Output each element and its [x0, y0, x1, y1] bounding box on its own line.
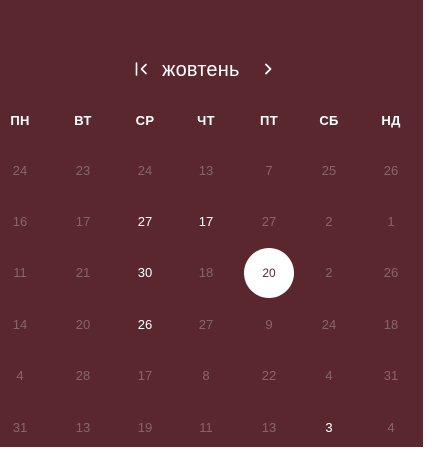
chevron-left-bar-icon	[135, 62, 147, 76]
day-cell[interactable]: 14	[0, 300, 45, 350]
day-cell[interactable]: 31	[366, 351, 416, 401]
day-cell[interactable]: 24	[120, 146, 170, 196]
day-cell[interactable]: 26	[366, 146, 416, 196]
day-cell[interactable]: 26	[366, 248, 416, 298]
day-cell[interactable]: 30	[120, 248, 170, 298]
next-month-button[interactable]	[262, 58, 276, 80]
day-cell[interactable]: 13	[181, 146, 231, 196]
day-cell[interactable]: 16	[0, 197, 45, 247]
day-cell[interactable]: 4	[366, 403, 416, 453]
weekday-label: ПН	[10, 113, 30, 128]
day-cell[interactable]: 7	[244, 146, 294, 196]
day-cell[interactable]: 19	[120, 403, 170, 453]
day-cell[interactable]: 11	[0, 248, 45, 298]
weekday-label: СР	[135, 113, 155, 128]
day-cell[interactable]: 27	[244, 197, 294, 247]
day-cell[interactable]: 9	[244, 300, 294, 350]
weekday-label: ВТ	[74, 113, 92, 128]
day-cell[interactable]: 13	[244, 403, 294, 453]
day-cell[interactable]: 1	[366, 197, 416, 247]
calendar: жовтень ПН ВТ СР ЧТ ПТ СБ НД 24 23 24 13 7 25 26 16 17…	[0, 0, 423, 447]
day-cell[interactable]: 17	[120, 351, 170, 401]
day-cell[interactable]: 26	[120, 300, 170, 350]
day-cell[interactable]: 13	[58, 403, 108, 453]
day-cell[interactable]: 2	[304, 197, 354, 247]
day-cell[interactable]: 31	[0, 403, 45, 453]
selected-day-cell[interactable]: 20	[244, 248, 294, 298]
day-cell[interactable]: 11	[181, 403, 231, 453]
day-cell[interactable]: 8	[181, 351, 231, 401]
day-cell[interactable]: 18	[366, 300, 416, 350]
day-cell[interactable]: 22	[244, 351, 294, 401]
calendar-header: жовтень	[0, 56, 423, 84]
day-cell[interactable]: 17	[181, 197, 231, 247]
day-cell[interactable]: 4	[0, 351, 45, 401]
day-cell[interactable]: 20	[58, 300, 108, 350]
month-title: жовтень	[162, 59, 240, 81]
day-cell[interactable]: 27	[120, 197, 170, 247]
day-cell[interactable]: 25	[304, 146, 354, 196]
day-cell[interactable]: 24	[0, 146, 45, 196]
day-cell[interactable]: 21	[58, 248, 108, 298]
day-cell[interactable]: 24	[304, 300, 354, 350]
weekday-label: ПТ	[260, 113, 278, 128]
day-cell[interactable]: 23	[58, 146, 108, 196]
chevron-right-icon	[265, 63, 272, 75]
day-cell[interactable]: 28	[58, 351, 108, 401]
day-cell[interactable]: 18	[181, 248, 231, 298]
weekday-label: ЧТ	[197, 113, 215, 128]
day-cell[interactable]: 17	[58, 197, 108, 247]
day-cell[interactable]: 3	[304, 403, 354, 453]
day-cell[interactable]: 4	[304, 351, 354, 401]
weekday-label: НД	[381, 113, 401, 128]
day-cell[interactable]: 2	[304, 248, 354, 298]
day-cell[interactable]: 27	[181, 300, 231, 350]
weekday-label: СБ	[319, 113, 339, 128]
prev-month-button[interactable]	[134, 58, 152, 80]
